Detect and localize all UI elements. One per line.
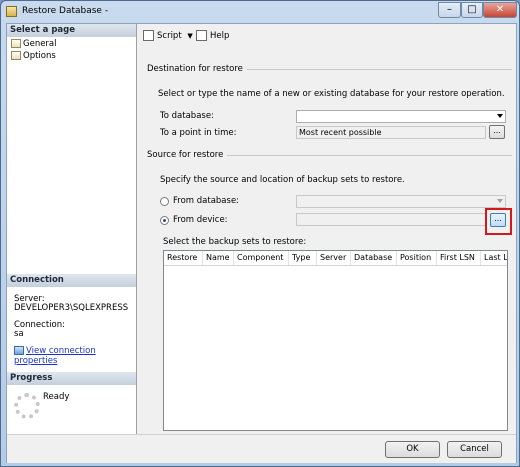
maximize-button[interactable]: □ bbox=[461, 2, 483, 18]
source-divider bbox=[214, 155, 512, 156]
destination-instruction: Select or type the name of a new or exis… bbox=[158, 89, 505, 99]
backup-sets-table-header: Restore Name Component Type Server Datab… bbox=[164, 251, 507, 266]
destination-group-title: Destination for restore bbox=[147, 64, 247, 74]
script-button[interactable]: Script ▼ bbox=[143, 30, 193, 41]
select-page-header: Select a page bbox=[7, 24, 136, 37]
script-icon bbox=[143, 30, 154, 41]
dialog-footer: OK Cancel bbox=[7, 434, 516, 463]
from-device-field bbox=[296, 213, 486, 226]
column-header-restore[interactable]: Restore bbox=[164, 251, 203, 265]
progress-header: Progress bbox=[7, 372, 136, 385]
help-label: Help bbox=[210, 31, 230, 41]
connection-header: Connection bbox=[7, 274, 136, 287]
script-label: Script bbox=[157, 31, 182, 41]
close-button[interactable]: ✕ bbox=[483, 2, 517, 18]
point-in-time-browse-button[interactable]: ... bbox=[489, 125, 505, 139]
help-icon bbox=[196, 30, 207, 41]
to-database-combobox[interactable] bbox=[296, 110, 506, 123]
title-bar[interactable]: Restore Database - – □ ✕ bbox=[1, 1, 519, 23]
column-header-type[interactable]: Type bbox=[289, 251, 317, 265]
main-pane: Script ▼ Help Destination for restore Se… bbox=[138, 24, 516, 434]
progress-spinner-icon bbox=[14, 393, 40, 419]
from-database-label[interactable]: From database: bbox=[173, 196, 239, 206]
from-database-radio[interactable] bbox=[160, 197, 169, 206]
point-in-time-field: Most recent possible bbox=[296, 126, 486, 139]
point-in-time-label: To a point in time: bbox=[160, 128, 237, 138]
column-header-last-lsn[interactable]: Last LS bbox=[481, 251, 507, 265]
page-item-label: General bbox=[23, 39, 57, 49]
source-group-title: Source for restore bbox=[147, 150, 228, 160]
page-item-options[interactable]: Options bbox=[11, 51, 56, 61]
cancel-button[interactable]: Cancel bbox=[447, 441, 502, 458]
connection-value: sa bbox=[14, 329, 24, 339]
page-item-label: Options bbox=[23, 51, 56, 61]
page-icon bbox=[11, 39, 21, 48]
app-icon bbox=[6, 6, 17, 17]
dialog-client-area: Select a page General Options Connection… bbox=[6, 23, 517, 463]
minimize-button[interactable]: – bbox=[438, 2, 461, 18]
column-header-first-lsn[interactable]: First LSN bbox=[437, 251, 481, 265]
window-title: Restore Database - bbox=[22, 6, 109, 16]
left-pane: Select a page General Options Connection… bbox=[7, 24, 137, 462]
to-database-label: To database: bbox=[160, 111, 214, 121]
column-header-server[interactable]: Server bbox=[317, 251, 351, 265]
chevron-down-icon bbox=[497, 114, 503, 118]
from-database-combobox bbox=[296, 195, 506, 208]
backup-sets-table[interactable]: Restore Name Component Type Server Datab… bbox=[163, 250, 508, 431]
restore-database-window: Restore Database - – □ ✕ Select a page G… bbox=[0, 0, 520, 467]
ok-button[interactable]: OK bbox=[385, 441, 440, 458]
progress-status: Ready bbox=[43, 392, 70, 402]
column-header-position[interactable]: Position bbox=[397, 251, 437, 265]
view-connection-properties-link[interactable]: View connection properties bbox=[14, 346, 136, 366]
from-device-radio[interactable] bbox=[160, 216, 169, 225]
column-header-name[interactable]: Name bbox=[203, 251, 234, 265]
source-instruction: Specify the source and location of backu… bbox=[160, 175, 405, 185]
toolbar: Script ▼ Help bbox=[138, 24, 516, 46]
page-icon bbox=[11, 51, 21, 60]
view-connection-properties-label: View connection properties bbox=[14, 346, 96, 366]
from-device-label[interactable]: From device: bbox=[173, 215, 228, 225]
chevron-down-icon bbox=[497, 199, 503, 203]
script-dropdown-arrow-icon[interactable]: ▼ bbox=[187, 32, 192, 40]
backup-sets-label: Select the backup sets to restore: bbox=[163, 237, 307, 247]
browse-button-highlight bbox=[485, 208, 512, 235]
page-item-general[interactable]: General bbox=[11, 39, 57, 49]
help-button[interactable]: Help bbox=[196, 30, 229, 41]
column-header-database[interactable]: Database bbox=[351, 251, 397, 265]
server-value: DEVELOPER3\SQLEXPRESS bbox=[14, 303, 129, 313]
connection-properties-icon bbox=[14, 346, 24, 355]
destination-divider bbox=[224, 69, 512, 70]
column-header-component[interactable]: Component bbox=[234, 251, 289, 265]
